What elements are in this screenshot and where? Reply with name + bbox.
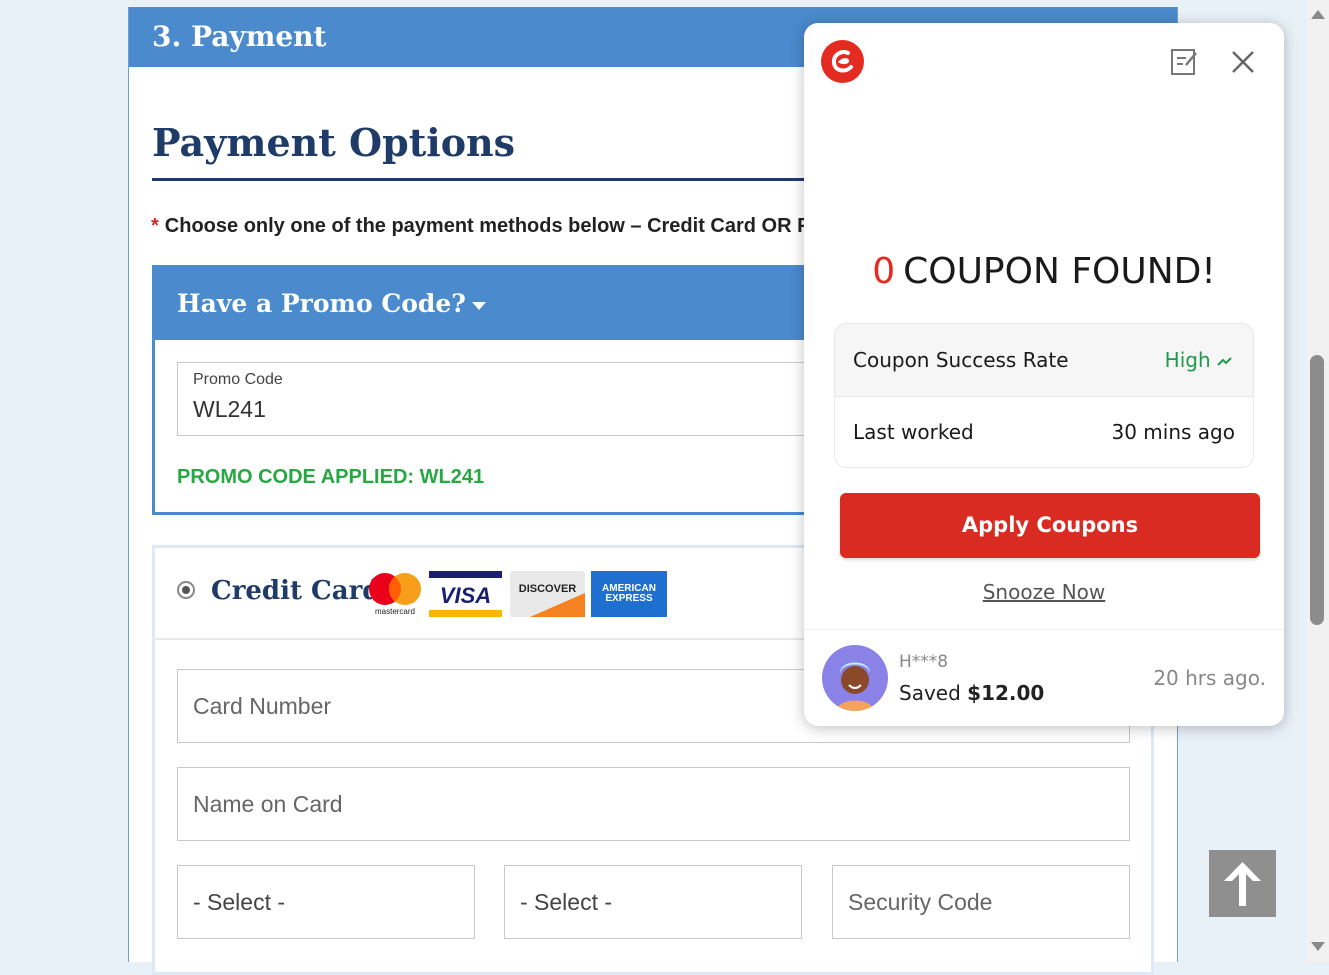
popup-divider (804, 629, 1284, 630)
edit-icon[interactable] (1169, 45, 1199, 77)
avatar (822, 645, 888, 711)
saved-amount-line: Saved $12.00 (899, 681, 1044, 705)
scroll-thumb[interactable] (1310, 355, 1324, 625)
success-rate-value: High (1165, 348, 1233, 372)
coupon-stats-card: Coupon Success Rate High Last worked 30 … (834, 323, 1254, 468)
coupon-found-text: COUPON FOUND! (903, 251, 1216, 292)
scroll-down-arrow-icon[interactable] (1311, 942, 1325, 951)
radio-dot (182, 586, 190, 594)
expiry-month-select[interactable]: - Select - (177, 865, 475, 939)
name-on-card-input[interactable]: Name on Card (177, 767, 1130, 841)
trend-up-icon (1217, 357, 1232, 366)
page-title: Payment Options (152, 120, 516, 165)
saved-amount: $12.00 (967, 681, 1045, 705)
snooze-link[interactable]: Snooze Now (804, 580, 1284, 604)
mastercard-text: mastercard (375, 607, 415, 616)
coupon-found-heading: 0 COUPON FOUND! (804, 251, 1284, 292)
apply-coupons-button[interactable]: Apply Coupons (840, 493, 1260, 558)
security-code-input[interactable]: Security Code (832, 865, 1130, 939)
scroll-to-top-button[interactable] (1209, 850, 1276, 917)
credit-card-radio[interactable] (177, 581, 195, 599)
expiry-year-select[interactable]: - Select - (504, 865, 802, 939)
coupon-logo-icon (821, 40, 864, 83)
arrow-up-icon (1224, 862, 1261, 906)
payment-notice: * Choose only one of the payment methods … (151, 215, 810, 238)
visa-logo: VISA (429, 571, 502, 617)
page-scrollbar[interactable] (1306, 0, 1329, 962)
discover-logo: DISCOVER (510, 571, 585, 617)
scroll-up-arrow-icon[interactable] (1311, 10, 1325, 19)
promo-header-label: Have a Promo Code? (177, 289, 466, 318)
coupon-count: 0 (872, 251, 896, 292)
coupon-popup: 0 COUPON FOUND! Coupon Success Rate High … (804, 23, 1284, 726)
saved-prefix: Saved (899, 681, 961, 705)
last-worked-value: 30 mins ago (1111, 420, 1236, 444)
success-rate-label: Coupon Success Rate (853, 348, 1069, 372)
promo-field-value: WL241 (193, 396, 266, 422)
saver-username: H***8 (899, 652, 949, 672)
notice-text: Choose only one of the payment methods b… (164, 215, 811, 237)
success-rate-text: High (1164, 348, 1211, 372)
saved-time-ago: 20 hrs ago. (1153, 666, 1266, 690)
success-rate-row: Coupon Success Rate High (835, 324, 1253, 397)
last-worked-label: Last worked (853, 420, 974, 444)
mastercard-logo: mastercard (369, 573, 421, 616)
amex-text: AMERICAN EXPRESS (602, 583, 656, 604)
amex-logo: AMERICAN EXPRESS (591, 571, 667, 617)
credit-card-title: Credit Card (211, 576, 381, 606)
visa-text: VISA (440, 583, 491, 608)
promo-applied-message: PROMO CODE APPLIED: WL241 (177, 466, 485, 488)
required-star: * (151, 215, 159, 237)
close-icon[interactable] (1230, 49, 1256, 75)
caret-down-icon (471, 301, 486, 310)
discover-text: DISCOVER (519, 583, 577, 595)
promo-field-label: Promo Code (193, 371, 283, 388)
